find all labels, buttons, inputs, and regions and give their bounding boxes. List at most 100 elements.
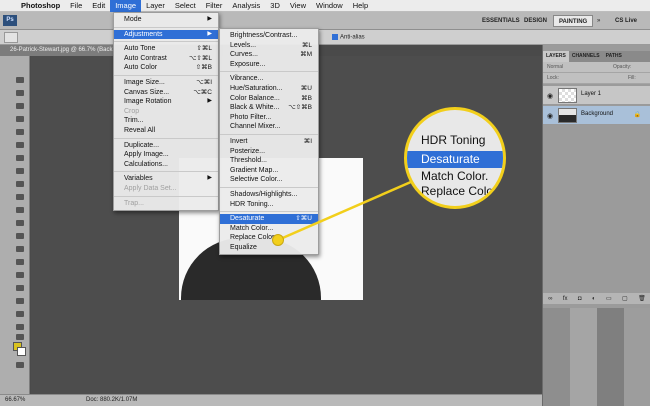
- menu-item-desaturate[interactable]: Desaturate ⇧⌘U: [220, 214, 318, 224]
- quick-select-tool-icon[interactable]: [15, 115, 25, 124]
- zoom-tool-icon[interactable]: [15, 333, 25, 342]
- workspace-painting[interactable]: PAINTING: [553, 15, 594, 27]
- add-mask-icon[interactable]: ◘: [578, 296, 582, 302]
- lasso-tool-icon[interactable]: [15, 102, 25, 111]
- workspace-essentials[interactable]: ESSENTIALS: [477, 15, 525, 27]
- history-brush-tool-icon[interactable]: [15, 193, 25, 202]
- workspace-design[interactable]: DESIGN: [519, 15, 552, 27]
- menu-item-label: Selective Color...: [230, 176, 283, 184]
- menu-item-photo-filter[interactable]: Photo Filter...: [220, 113, 318, 123]
- pen-tool-icon[interactable]: [15, 258, 25, 267]
- blend-mode-select[interactable]: Normal: [547, 64, 563, 70]
- document-tab[interactable]: 26-Patrick-Stewart.jpg @ 66.7% (Back...: [0, 45, 113, 56]
- clone-stamp-tool-icon[interactable]: [15, 180, 25, 189]
- menu-select[interactable]: Select: [170, 0, 201, 12]
- menu-item-trap: Trap...: [114, 199, 218, 209]
- menu-window[interactable]: Window: [311, 0, 348, 12]
- menu-item-hue-saturation[interactable]: Hue/Saturation... ⌘U: [220, 84, 318, 94]
- dodge-tool-icon[interactable]: [15, 245, 25, 254]
- tab-channels[interactable]: CHANNELS: [569, 51, 603, 62]
- adjustments-submenu: Brightness/Contrast... Levels... ⌘L Curves.…: [219, 28, 319, 256]
- menu-item-exposure[interactable]: Exposure...: [220, 60, 318, 70]
- menu-item-brightness-contrast[interactable]: Brightness/Contrast...: [220, 31, 318, 41]
- menu-item-calculations[interactable]: Calculations...: [114, 160, 218, 170]
- menu-filter[interactable]: Filter: [201, 0, 228, 12]
- brush-tool-icon[interactable]: [15, 167, 25, 176]
- menu-layer[interactable]: Layer: [141, 0, 170, 12]
- menu-item-selective-color[interactable]: Selective Color...: [220, 175, 318, 185]
- cs-live-button[interactable]: CS Live: [610, 15, 642, 27]
- visibility-eye-icon[interactable]: ◉: [547, 112, 553, 120]
- healing-tool-icon[interactable]: [15, 154, 25, 163]
- menu-item-equalize[interactable]: Equalize: [220, 243, 318, 253]
- menu-item-auto-color[interactable]: Auto Color ⇧⌘B: [114, 63, 218, 73]
- menu-edit[interactable]: Edit: [87, 0, 110, 12]
- eyedropper-tool-icon[interactable]: [15, 141, 25, 150]
- menu-help[interactable]: Help: [348, 0, 373, 12]
- link-layers-icon[interactable]: ∞: [548, 296, 552, 302]
- menu-item-levels[interactable]: Levels... ⌘L: [220, 41, 318, 51]
- hand-tool-icon[interactable]: [15, 323, 25, 332]
- menu-item-canvas-size[interactable]: Canvas Size... ⌥⌘C: [114, 88, 218, 98]
- workspace-menu-icon[interactable]: »: [592, 15, 605, 27]
- marquee-tool-icon[interactable]: [15, 89, 25, 98]
- menu-item-auto-tone[interactable]: Auto Tone ⇧⌘L: [114, 44, 218, 54]
- adjustment-layer-icon[interactable]: ◐: [592, 296, 596, 302]
- menu-item-invert[interactable]: Invert ⌘I: [220, 137, 318, 147]
- menu-item-vibrance[interactable]: Vibrance...: [220, 74, 318, 84]
- menu-item-variables[interactable]: Variables ▶: [114, 174, 218, 184]
- new-group-icon[interactable]: ▭: [606, 295, 612, 302]
- antialias-checkbox[interactable]: Anti-alias: [332, 34, 365, 41]
- gradient-tool-icon[interactable]: [15, 219, 25, 228]
- menu-item-image-rotation[interactable]: Image Rotation ▶: [114, 97, 218, 107]
- document-size[interactable]: Doc: 880.2K/1.07M: [86, 395, 137, 406]
- blur-tool-icon[interactable]: [15, 232, 25, 241]
- menu-item-reveal-all[interactable]: Reveal All: [114, 126, 218, 136]
- menu-item-auto-contrast[interactable]: Auto Contrast ⌥⇧⌘L: [114, 54, 218, 64]
- menu-item-apply-image[interactable]: Apply Image...: [114, 150, 218, 160]
- background-color-swatch[interactable]: [17, 347, 26, 356]
- menu-item-duplicate[interactable]: Duplicate...: [114, 141, 218, 151]
- menu-item-channel-mixer[interactable]: Channel Mixer...: [220, 122, 318, 132]
- visibility-eye-icon[interactable]: ◉: [547, 92, 553, 100]
- layer-row-layer-1[interactable]: ◉ Layer 1: [543, 86, 650, 105]
- 3d-rotate-tool-icon[interactable]: [15, 310, 25, 319]
- menu-item-replace-color[interactable]: Replace Color...: [220, 233, 318, 243]
- menu-item-posterize[interactable]: Posterize...: [220, 147, 318, 157]
- menu-3d[interactable]: 3D: [265, 0, 285, 12]
- layer-style-icon[interactable]: fx: [563, 296, 568, 302]
- shape-tool-icon[interactable]: [15, 297, 25, 306]
- menu-item-match-color[interactable]: Match Color...: [220, 224, 318, 234]
- menu-item-trim[interactable]: Trim...: [114, 116, 218, 126]
- menu-item-threshold[interactable]: Threshold...: [220, 156, 318, 166]
- menu-view[interactable]: View: [285, 0, 311, 12]
- tab-layers[interactable]: LAYERS: [543, 51, 569, 62]
- zoom-level[interactable]: 66.67%: [5, 395, 25, 406]
- menu-file[interactable]: File: [65, 0, 87, 12]
- type-tool-icon[interactable]: [15, 271, 25, 280]
- menu-item-hdr-toning[interactable]: HDR Toning...: [220, 200, 318, 210]
- menu-item-mode[interactable]: Mode ▶: [114, 15, 218, 25]
- menu-image[interactable]: Image: [110, 0, 142, 12]
- eraser-tool-icon[interactable]: [15, 206, 25, 215]
- menu-item-image-size[interactable]: Image Size... ⌥⌘I: [114, 78, 218, 88]
- menu-item-black-white[interactable]: Black & White... ⌥⇧⌘B: [220, 103, 318, 113]
- tab-paths[interactable]: PATHS: [603, 51, 625, 62]
- menu-analysis[interactable]: Analysis: [227, 0, 265, 12]
- menu-item-color-balance[interactable]: Color Balance... ⌘B: [220, 94, 318, 104]
- crop-tool-icon[interactable]: [15, 128, 25, 137]
- menu-item-shadows-highlights[interactable]: Shadows/Highlights...: [220, 190, 318, 200]
- lock-icon: 🔒: [633, 112, 641, 118]
- trash-icon[interactable]: 🗑: [638, 295, 646, 302]
- blend-mode-row[interactable]: Normal Opacity:: [543, 62, 650, 73]
- move-tool-icon[interactable]: [15, 76, 25, 85]
- path-select-tool-icon[interactable]: [15, 284, 25, 293]
- menu-item-curves[interactable]: Curves... ⌘M: [220, 50, 318, 60]
- menu-item-gradient-map[interactable]: Gradient Map...: [220, 166, 318, 176]
- new-layer-icon[interactable]: ▢: [622, 295, 628, 302]
- menu-app-photoshop[interactable]: Photoshop: [16, 0, 65, 12]
- tool-preset-picker[interactable]: [4, 32, 18, 43]
- menu-item-adjustments[interactable]: Adjustments ▶: [114, 29, 218, 40]
- quick-mask-icon[interactable]: [15, 361, 25, 370]
- layer-row-background[interactable]: ◉ Background 🔒: [543, 106, 650, 125]
